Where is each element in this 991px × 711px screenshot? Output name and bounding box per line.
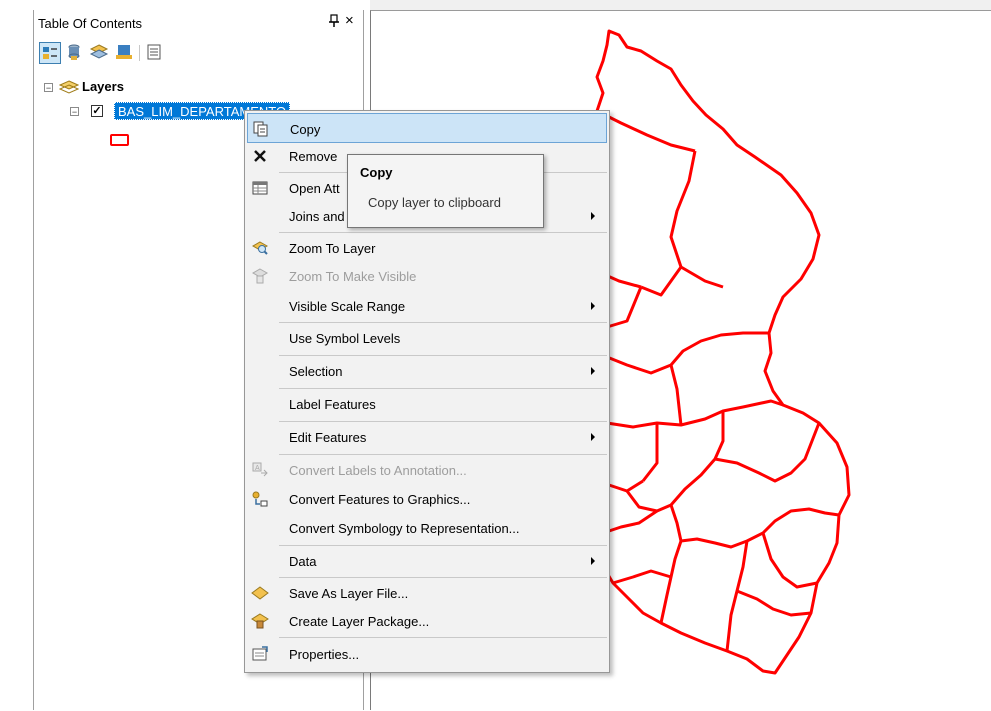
attribute-table-icon — [251, 179, 269, 197]
copy-tooltip: Copy Copy layer to clipboard — [347, 154, 544, 228]
submenu-arrow-icon — [591, 433, 595, 441]
menu-item-properties[interactable]: Properties... — [247, 639, 607, 669]
menu-item-edit-features[interactable]: Edit Features — [247, 422, 607, 452]
save-layer-file-icon — [251, 584, 269, 602]
layers-group-icon — [58, 79, 80, 98]
toolbar-divider — [139, 45, 140, 61]
menu-item-zoom-to-layer[interactable]: Zoom To Layer — [247, 233, 607, 263]
menu-item-label: Selection — [289, 364, 343, 379]
layer-package-icon — [251, 612, 269, 630]
menu-item-convert-labels-to-annotation[interactable]: A Convert Labels to Annotation... — [247, 455, 607, 485]
layer-visibility-checkbox[interactable]: ✓ — [91, 105, 103, 117]
layer-expander[interactable]: − — [70, 107, 79, 117]
tooltip-description: Copy layer to clipboard — [368, 195, 501, 210]
menu-item-label: Create Layer Package... — [289, 614, 430, 629]
submenu-arrow-icon — [591, 302, 595, 310]
toc-toolbar — [34, 40, 363, 68]
menu-item-save-as-layer-file[interactable]: Save As Layer File... — [247, 578, 607, 608]
close-icon[interactable]: × — [345, 12, 354, 29]
menu-item-label: Zoom To Make Visible — [289, 269, 417, 284]
list-by-visibility-icon[interactable] — [89, 42, 111, 64]
menu-item-zoom-to-make-visible[interactable]: Zoom To Make Visible — [247, 261, 607, 291]
menu-item-create-layer-package[interactable]: Create Layer Package... — [247, 606, 607, 636]
map-top-strip — [370, 0, 991, 10]
convert-labels-icon: A — [251, 461, 269, 479]
list-by-selection-icon[interactable] — [114, 42, 136, 64]
remove-icon — [251, 147, 269, 165]
submenu-arrow-icon — [591, 557, 595, 565]
menu-item-label: Use Symbol Levels — [289, 331, 401, 346]
options-icon[interactable] — [144, 42, 166, 64]
submenu-arrow-icon — [591, 212, 595, 220]
list-by-drawing-order-icon[interactable] — [39, 42, 61, 64]
menu-item-label: Data — [289, 554, 317, 569]
menu-item-label: Convert Labels to Annotation... — [289, 463, 467, 478]
tooltip-title: Copy — [360, 165, 393, 180]
layer-symbol-swatch[interactable] — [110, 134, 129, 146]
menu-item-label: Copy — [290, 122, 321, 137]
toc-title-bar: Table Of Contents × — [34, 10, 363, 36]
properties-icon — [251, 645, 269, 663]
menu-item-selection[interactable]: Selection — [247, 356, 607, 386]
menu-item-label: Properties... — [289, 647, 360, 662]
menu-item-label: Joins and — [289, 209, 345, 224]
menu-item-visible-scale-range[interactable]: Visible Scale Range — [247, 291, 607, 321]
zoom-to-visible-icon — [251, 267, 269, 285]
menu-separator — [279, 637, 607, 638]
zoom-to-layer-icon — [251, 239, 269, 257]
menu-item-label: Remove — [289, 149, 338, 164]
list-by-source-icon[interactable] — [64, 42, 86, 64]
menu-item-label: Convert Symbology to Representation... — [289, 521, 520, 536]
convert-features-icon — [251, 490, 269, 508]
submenu-arrow-icon — [591, 367, 595, 375]
layers-expander[interactable]: − — [44, 83, 53, 93]
toc-title: Table Of Contents — [38, 16, 143, 31]
menu-item-label: Label Features — [289, 397, 376, 412]
pin-icon[interactable] — [328, 14, 340, 31]
menu-item-convert-symbology-to-representation[interactable]: Convert Symbology to Representation... — [247, 513, 607, 543]
svg-text:A: A — [255, 465, 260, 472]
menu-item-label: Visible Scale Range — [289, 299, 406, 314]
menu-item-label: Zoom To Layer — [289, 241, 376, 256]
layers-root-label[interactable]: Layers — [82, 79, 124, 94]
menu-item-convert-features-to-graphics[interactable]: Convert Features to Graphics... — [247, 484, 607, 514]
menu-item-copy[interactable]: Copy — [247, 113, 607, 143]
menu-item-label: Open Att — [289, 181, 340, 196]
menu-item-label: Save As Layer File... — [289, 586, 409, 601]
menu-item-label-features[interactable]: Label Features — [247, 389, 607, 419]
menu-item-label: Edit Features — [289, 430, 367, 445]
menu-item-label: Convert Features to Graphics... — [289, 492, 471, 507]
copy-icon — [252, 120, 270, 138]
menu-item-data[interactable]: Data — [247, 546, 607, 576]
menu-item-use-symbol-levels[interactable]: Use Symbol Levels — [247, 323, 607, 353]
